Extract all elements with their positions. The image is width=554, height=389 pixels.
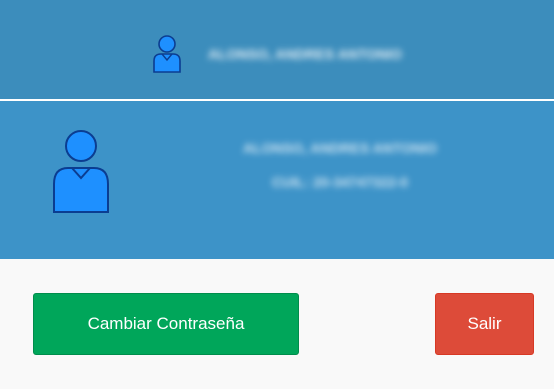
user-menu-toggle[interactable]: ALONSO, ANDRES ANTONIO (150, 34, 402, 74)
user-full-name: ALONSO, ANDRES ANTONIO (243, 140, 437, 156)
change-password-button[interactable]: Cambiar Contraseña (33, 293, 299, 355)
navbar-user-name: ALONSO, ANDRES ANTONIO (208, 46, 402, 62)
navbar: ALONSO, ANDRES ANTONIO (0, 0, 554, 101)
user-header-info: ALONSO, ANDRES ANTONIO CUIL: 20-34747322… (150, 131, 530, 199)
user-cuil: CUIL: 20-34747322-0 (271, 174, 409, 190)
user-icon (53, 130, 109, 213)
logout-button[interactable]: Salir (435, 293, 534, 355)
user-icon (153, 35, 181, 73)
user-header: ALONSO, ANDRES ANTONIO CUIL: 20-34747322… (0, 101, 554, 259)
